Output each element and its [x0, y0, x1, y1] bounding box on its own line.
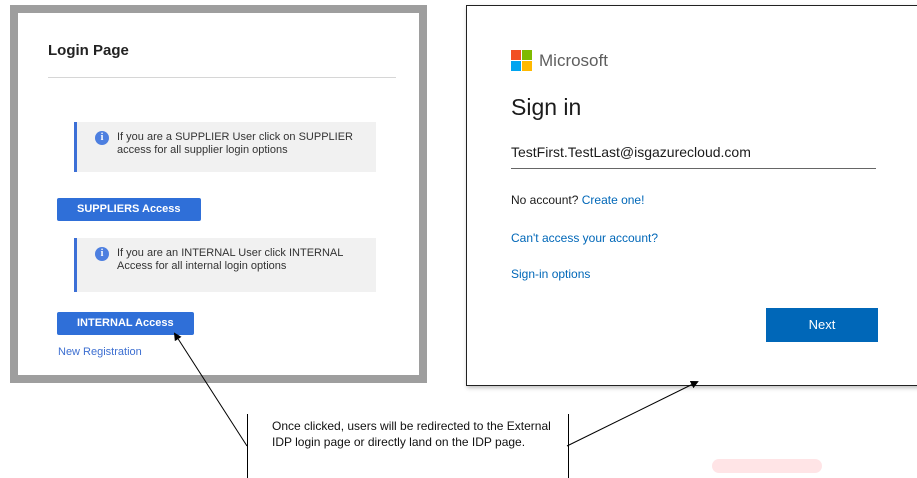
cant-access-link[interactable]: Can't access your account? — [511, 231, 658, 245]
suppliers-access-button[interactable]: SUPPLIERS Access — [57, 198, 201, 221]
no-account-label: No account? — [511, 193, 579, 207]
login-page-panel: Login Page i If you are a SUPPLIER User … — [10, 5, 427, 383]
create-account-link[interactable]: Create one! — [582, 193, 645, 207]
callout-box: Once clicked, users will be redirected t… — [247, 414, 569, 478]
divider — [48, 77, 396, 78]
info-icon: i — [95, 131, 109, 145]
microsoft-signin-panel: Microsoft Sign in TestFirst.TestLast@isg… — [466, 5, 917, 386]
supplier-info-box: i If you are a SUPPLIER User click on SU… — [74, 122, 376, 172]
internal-info-box: i If you are an INTERNAL User click INTE… — [74, 238, 376, 292]
callout-text: Once clicked, users will be redirected t… — [272, 419, 551, 449]
next-button[interactable]: Next — [766, 308, 878, 342]
internal-access-button[interactable]: INTERNAL Access — [57, 312, 194, 335]
internal-info-text: If you are an INTERNAL User click INTERN… — [117, 247, 343, 272]
new-registration-link[interactable]: New Registration — [58, 346, 142, 358]
info-icon: i — [95, 247, 109, 261]
no-account-row: No account? Create one! — [511, 193, 644, 207]
signin-title: Sign in — [511, 94, 582, 120]
email-field[interactable]: TestFirst.TestLast@isgazurecloud.com — [511, 144, 751, 160]
arrow-to-microsoft-signin — [566, 381, 699, 447]
login-page-title: Login Page — [48, 42, 129, 59]
blurred-decoration — [712, 459, 822, 473]
supplier-info-text: If you are a SUPPLIER User click on SUPP… — [117, 131, 353, 156]
microsoft-brand-name: Microsoft — [539, 51, 608, 70]
microsoft-logo-icon — [511, 50, 533, 72]
signin-options-link[interactable]: Sign-in options — [511, 267, 590, 281]
email-field-underline — [511, 168, 876, 169]
